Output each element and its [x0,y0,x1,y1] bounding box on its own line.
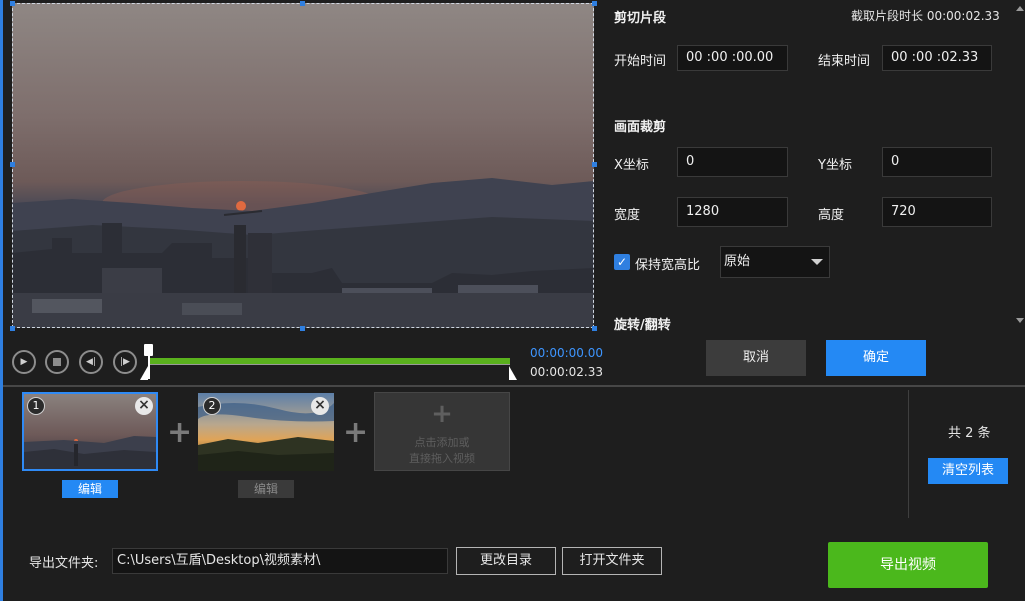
rotate-section-title: 旋转/翻转 [614,318,671,333]
export-folder-label: 导出文件夹: [29,556,99,571]
open-folder-button[interactable]: 打开文件夹 [562,547,662,575]
stop-button[interactable] [45,350,69,374]
add-icon: + [431,399,453,429]
y-coord-input[interactable]: 0 [882,147,992,177]
prev-frame-button[interactable]: ◀| [79,350,103,374]
confirm-button[interactable]: 确定 [826,340,926,376]
clear-list-button[interactable]: 清空列表 [928,458,1008,484]
plus-icon: + [343,415,369,450]
crop-handle-bottom-left[interactable] [10,326,15,331]
width-input[interactable]: 1280 [677,197,788,227]
change-directory-button[interactable]: 更改目录 [456,547,556,575]
trim-section-title: 剪切片段 [614,11,667,26]
playhead-handle[interactable] [144,344,153,356]
trim-end-handle[interactable] [509,366,517,380]
crop-handle-bottom-right[interactable] [592,326,597,331]
cancel-button[interactable]: 取消 [706,340,806,376]
height-input[interactable]: 720 [882,197,992,227]
sunset-frame-image [12,3,594,328]
clip-length-label: 截取片段时长 00:00:02.33 [851,9,1000,23]
ratio-select-value: 原始 [724,254,751,269]
window-edge [0,0,3,601]
crop-handle-top-right[interactable] [592,1,597,6]
clip-1-close-icon[interactable]: × [135,397,153,415]
next-frame-icon: |▶ [120,356,130,367]
play-icon: ▶ [20,356,28,367]
clip-1-edit-button[interactable]: 编辑 [62,480,118,498]
crop-handle-top-left[interactable] [10,1,15,6]
add-slot-line1: 点击添加或 [414,436,470,449]
width-label: 宽度 [614,208,641,223]
start-time-input[interactable]: 00 :00 :00.00 [677,45,788,71]
trim-start-handle[interactable] [140,366,148,380]
clip-2-close-icon[interactable]: × [311,397,329,415]
end-time-input[interactable]: 00 :00 :02.33 [882,45,992,71]
timeline-track [148,364,510,365]
add-video-slot[interactable]: + 点击添加或 直接拖入视频 [374,392,510,471]
clip-2-edit-button[interactable]: 编辑 [238,480,294,498]
crop-handle-right[interactable] [592,162,597,167]
keep-ratio-checkbox[interactable]: ✓ [614,254,630,270]
start-time-label: 开始时间 [614,54,667,69]
scroll-up-icon[interactable] [1016,6,1024,11]
stop-icon [53,358,61,366]
add-slot-line2: 直接拖入视频 [409,452,475,465]
ratio-select[interactable]: 原始 [720,246,830,278]
plus-icon: + [167,415,193,450]
clip-count: 共 2 条 [948,426,991,441]
play-button[interactable]: ▶ [12,350,36,374]
crop-handle-left[interactable] [10,162,15,167]
crop-handle-bottom[interactable] [300,326,305,331]
crop-handle-top[interactable] [300,1,305,6]
duration: 00:00:02.33 [530,365,603,379]
playhead-line[interactable] [148,355,150,379]
prev-frame-icon: ◀| [86,356,96,367]
y-coord-label: Y坐标 [818,158,852,173]
section-divider [3,385,1025,387]
export-folder-path[interactable]: C:\Users\互盾\Desktop\视频素材\ [112,548,448,574]
checkmark-icon: ✓ [616,255,628,269]
chevron-down-icon [811,259,823,265]
clip-1-number: 1 [27,397,45,415]
height-label: 高度 [818,208,845,223]
vertical-divider [908,390,909,518]
scroll-down-icon[interactable] [1016,318,1024,323]
next-frame-button[interactable]: |▶ [113,350,137,374]
current-time: 00:00:00.00 [530,346,603,360]
end-time-label: 结束时间 [818,54,871,69]
video-preview [12,3,594,328]
x-coord-label: X坐标 [614,158,649,173]
crop-section-title: 画面裁剪 [614,120,667,135]
clip-2-number: 2 [203,397,221,415]
export-video-button[interactable]: 导出视频 [828,542,988,588]
keep-ratio-label: 保持宽高比 [635,258,701,273]
x-coord-input[interactable]: 0 [677,147,788,177]
